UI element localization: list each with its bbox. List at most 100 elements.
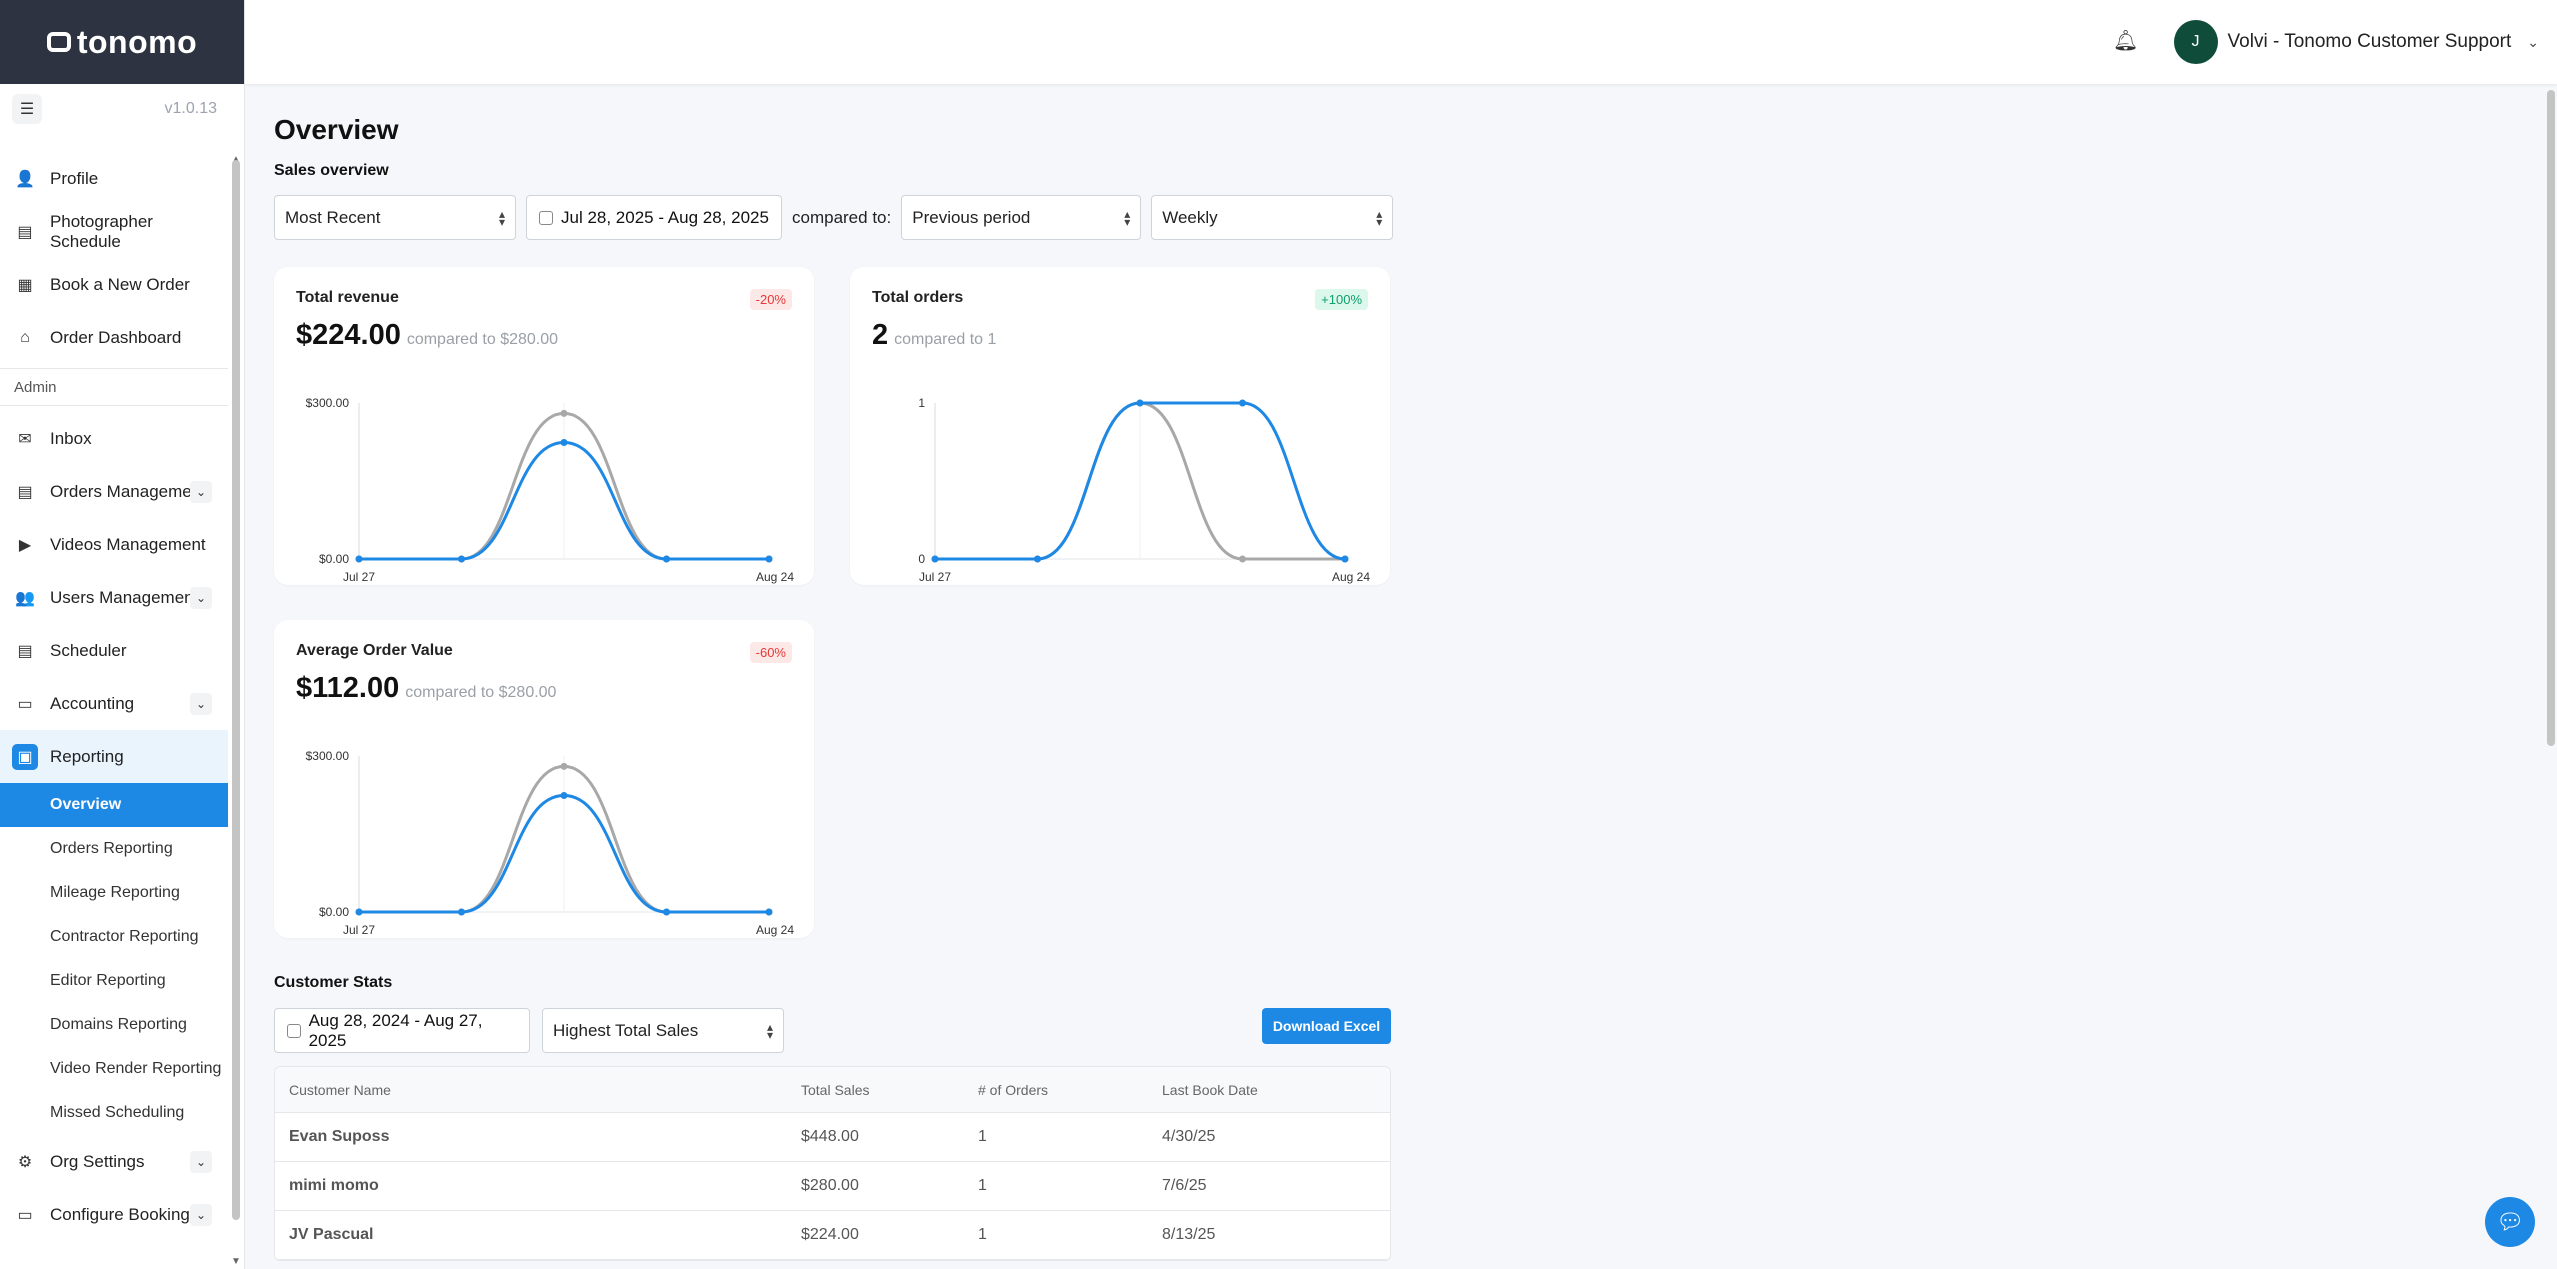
data-point xyxy=(663,555,670,563)
column-header[interactable]: Last Book Date xyxy=(1162,1082,1390,1098)
logo-bar: tonomo xyxy=(0,0,244,84)
updown-chevron-icon: ▴ ▾ xyxy=(1124,206,1131,229)
updown-chevron-icon: ▴ ▾ xyxy=(498,206,505,229)
gear-icon: ⚙ xyxy=(17,1153,33,1171)
wallet-icon: ▭ xyxy=(17,695,33,713)
sidebar-item-inbox[interactable]: ✉ Inbox xyxy=(0,412,228,465)
compare-period-select[interactable]: Previous period ▴ ▾ xyxy=(901,195,1142,240)
data-point xyxy=(458,908,465,916)
total-sales-cell: $280.00 xyxy=(801,1177,859,1194)
sidebar-subitem-orders-reporting[interactable]: Orders Reporting xyxy=(0,827,228,871)
sidebar-subitem-overview[interactable]: Overview xyxy=(0,783,228,827)
book-icon: ▦ xyxy=(17,276,33,294)
sidebar-item-order-dashboard[interactable]: ⌂ Order Dashboard xyxy=(0,311,228,364)
y-tick-label: $0.00 xyxy=(319,552,349,566)
customer-sort-select[interactable]: Highest Total Sales ▴ ▾ xyxy=(542,1008,784,1053)
sidebar-subitem-domains-reporting[interactable]: Domains Reporting xyxy=(0,1003,228,1047)
sidebar-item-label: Inbox xyxy=(50,428,92,448)
metric-value: $112.00 compared to $280.00 xyxy=(296,672,556,705)
scroll-down-arrow-icon[interactable]: ▼ xyxy=(231,1256,241,1267)
chevron-down-icon[interactable]: ⌄ xyxy=(190,586,212,609)
data-point xyxy=(1239,399,1246,407)
sidebar-item-label: Book a New Order xyxy=(50,274,190,294)
metric-number: $112.00 xyxy=(296,672,400,704)
orders-icon: ▤ xyxy=(17,483,33,501)
chevron-down-icon[interactable]: ⌄ xyxy=(190,1150,212,1173)
sidebar-item-book-order[interactable]: ▦ Book a New Order xyxy=(0,258,228,311)
sidebar-item-label: Photographer Schedule xyxy=(49,211,153,251)
customer-name-cell: Evan Suposs xyxy=(289,1128,390,1145)
orders-count-cell: 1 xyxy=(978,1226,987,1243)
sidebar-item-scheduler[interactable]: ▤ Scheduler xyxy=(0,624,228,677)
calendar-list-icon: ▤ xyxy=(17,223,33,241)
y-tick-label: $0.00 xyxy=(319,905,349,919)
sidebar-subitem-video-render-reporting[interactable]: Video Render Reporting xyxy=(0,1047,228,1091)
interval-select[interactable]: Weekly ▴ ▾ xyxy=(1151,195,1394,240)
download-excel-button[interactable]: Download Excel xyxy=(1262,1008,1391,1044)
sidebar-item-profile[interactable]: 👤 Profile xyxy=(0,152,228,205)
sidebar-item-label: Accounting xyxy=(50,693,135,713)
sidebar-item-accounting[interactable]: ▭ Accounting ⌄ xyxy=(0,677,228,730)
compared-to-label: compared to: xyxy=(792,207,892,227)
column-header[interactable]: Total Sales xyxy=(801,1082,978,1098)
x-tick-label: Aug 24 xyxy=(756,923,794,937)
chevron-down-icon[interactable]: ⌄ xyxy=(190,1203,212,1226)
data-point xyxy=(355,908,363,916)
video-icon: ▶ xyxy=(18,536,32,554)
user-menu[interactable]: J Volvi - Tonomo Customer Support ⌄ xyxy=(2173,20,2539,64)
metric-compare: compared to $280.00 xyxy=(405,684,557,701)
sidebar-subitem-contractor-reporting[interactable]: Contractor Reporting xyxy=(0,915,228,959)
sidebar-item-videos-management[interactable]: ▶ Videos Management xyxy=(0,518,228,571)
date-range-picker[interactable]: Jul 28, 2025 - Aug 28, 2025 xyxy=(526,195,782,240)
sidebar-item-users-management[interactable]: 👥 Users Management ⌄ xyxy=(0,571,228,624)
customer-stats-filters: Aug 28, 2024 - Aug 27, 2025 Highest Tota… xyxy=(274,1008,784,1053)
sidebar-item-label: Orders Management xyxy=(50,481,200,501)
range-preset-select[interactable]: Most Recent ▴ ▾ xyxy=(274,195,516,240)
user-name: Volvi - Tonomo Customer Support xyxy=(2227,31,2512,52)
sidebar-item-label: Users Management xyxy=(50,587,199,607)
sidebar-item-configure-booking[interactable]: ▭ Configure Booking ⌄ xyxy=(0,1188,228,1241)
sidebar-scrollbar[interactable] xyxy=(232,160,240,1220)
table-header-row: Customer Name Total Sales # of Orders La… xyxy=(275,1067,1390,1113)
tonomo-logo[interactable]: tonomo xyxy=(46,24,197,61)
total-sales-cell: $448.00 xyxy=(801,1128,859,1145)
last-book-date-cell: 4/30/25 xyxy=(1162,1128,1216,1145)
sidebar-item-photographer-schedule[interactable]: ▤ Photographer Schedule xyxy=(0,205,228,258)
column-header[interactable]: # of Orders xyxy=(978,1082,1162,1098)
updown-chevron-icon: ▴ ▾ xyxy=(766,1019,773,1042)
collapse-sidebar-icon[interactable]: ☰ xyxy=(12,94,42,124)
sidebar-item-org-settings[interactable]: ⚙ Org Settings ⌄ xyxy=(0,1135,228,1188)
chevron-down-icon[interactable]: ⌄ xyxy=(190,692,212,715)
table-row[interactable]: Evan Suposs $448.00 1 4/30/25 xyxy=(275,1113,1390,1162)
column-header[interactable]: Customer Name xyxy=(275,1082,801,1098)
customer-date-range-picker[interactable]: Aug 28, 2024 - Aug 27, 2025 xyxy=(274,1008,530,1053)
sidebar-item-label: Scheduler xyxy=(50,640,127,660)
chat-support-button[interactable]: 💬︎ xyxy=(2485,1197,2535,1247)
updown-chevron-icon: ▴ ▾ xyxy=(1376,206,1383,229)
sales-overview-heading: Sales overview xyxy=(274,162,389,179)
metric-number: 2 xyxy=(872,319,889,351)
table-row[interactable]: JV Pascual $224.00 1 8/13/25 xyxy=(275,1211,1390,1260)
sidebar-item-reporting[interactable]: ▣ Reporting xyxy=(0,730,228,783)
customer-stats-table: Customer Name Total Sales # of Orders La… xyxy=(274,1066,1391,1261)
data-point xyxy=(458,555,465,563)
collapse-row: ☰ v1.0.13 xyxy=(0,84,244,134)
table-row[interactable]: mimi momo $280.00 1 7/6/25 xyxy=(275,1162,1390,1211)
data-point xyxy=(931,555,939,563)
chevron-down-icon[interactable]: ⌄ xyxy=(190,480,212,503)
sidebar-item-orders-management[interactable]: ▤ Orders Management ⌄ xyxy=(0,465,228,518)
sidebar-item-label: Org Settings xyxy=(50,1151,145,1171)
sidebar: tonomo ☰ v1.0.13 👤 Profile ▤ Photographe… xyxy=(0,0,245,1269)
orders-count-cell: 1 xyxy=(978,1177,987,1194)
calendar-icon xyxy=(287,1023,301,1038)
sidebar-subitem-mileage-reporting[interactable]: Mileage Reporting xyxy=(0,871,228,915)
sidebar-subitem-editor-reporting[interactable]: Editor Reporting xyxy=(0,959,228,1003)
card-title: Total orders xyxy=(872,289,964,306)
sidebar-item-label: Reporting xyxy=(50,746,124,766)
select-value: Previous period xyxy=(912,207,1031,227)
sales-filters: Most Recent ▴ ▾ Jul 28, 2025 - Aug 28, 20… xyxy=(274,195,1394,240)
page-scrollbar[interactable] xyxy=(2547,90,2555,746)
sidebar-subitem-missed-scheduling[interactable]: Missed Scheduling xyxy=(0,1091,228,1135)
bell-icon[interactable]: 🔔︎ xyxy=(2113,28,2138,52)
average-order-value-card: Average Order Value -60% $112.00 compared… xyxy=(274,620,814,938)
